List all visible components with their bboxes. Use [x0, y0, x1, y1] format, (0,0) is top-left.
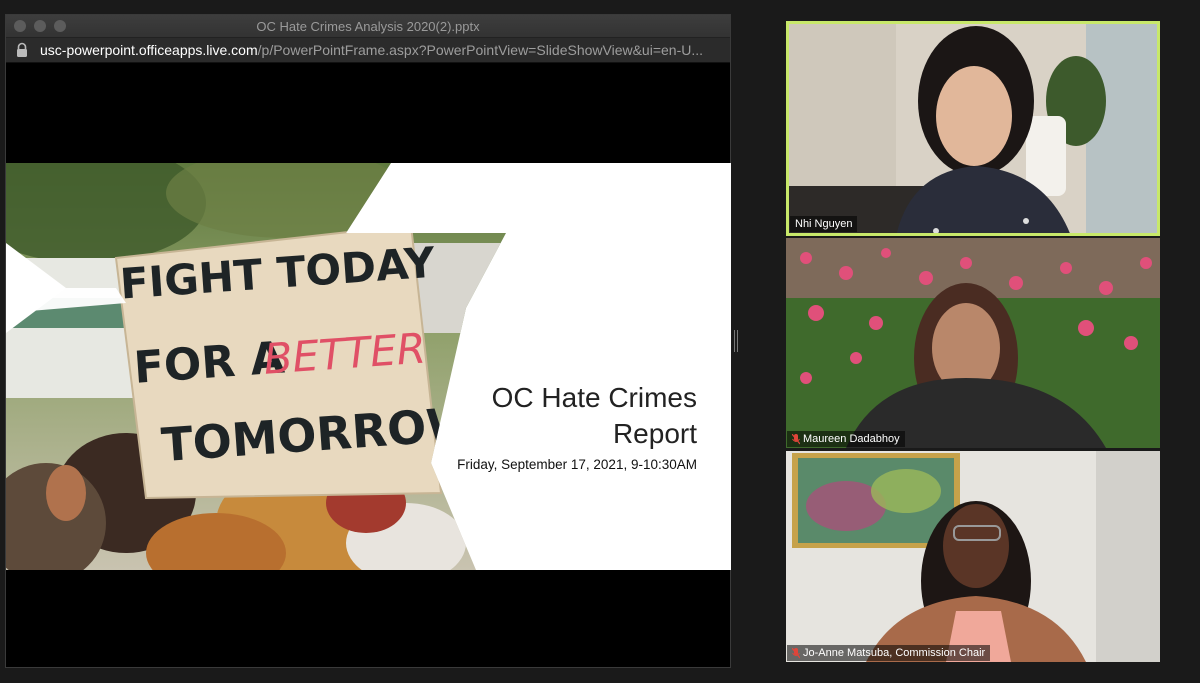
panel-resize-handle[interactable]	[734, 330, 738, 352]
participant-name-label: Nhi Nguyen	[790, 216, 858, 232]
participant-name: Maureen Dadabhoy	[803, 433, 900, 445]
participant-name: Nhi Nguyen	[795, 218, 853, 230]
window-titlebar: OC Hate Crimes Analysis 2020(2).pptx	[6, 15, 730, 37]
participant-tile-active-speaker[interactable]: Nhi Nguyen	[786, 21, 1160, 236]
mic-muted-icon	[792, 433, 800, 444]
protest-photo: FIGHT TODAY FOR A BETTER TOMORROW	[6, 163, 506, 570]
slide-title: OC Hate Crimes Report	[377, 380, 697, 452]
presentation-slide[interactable]: FIGHT TODAY FOR A BETTER TOMORROW OC Hat…	[6, 163, 731, 570]
url-host: usc-powerpoint.officeapps.live.com	[40, 42, 258, 58]
slide-title-line-2: Report	[612, 418, 697, 449]
participant-video-2	[786, 238, 1160, 448]
participant-video-1	[789, 24, 1157, 233]
shared-screen-window: OC Hate Crimes Analysis 2020(2).pptx usc…	[5, 14, 731, 668]
participant-name: Jo-Anne Matsuba, Commission Chair	[803, 647, 986, 659]
participant-name-label: Maureen Dadabhoy	[787, 431, 905, 447]
slide-subtitle: Friday, September 17, 2021, 9-10:30AM	[457, 457, 697, 472]
lock-icon	[17, 42, 27, 57]
participant-tile[interactable]: Jo-Anne Matsuba, Commission Chair	[786, 451, 1160, 662]
slide-title-line-1: OC Hate Crimes	[491, 382, 697, 413]
mic-muted-icon	[792, 647, 800, 658]
participant-tile[interactable]: Maureen Dadabhoy	[786, 238, 1160, 448]
participant-name-label: Jo-Anne Matsuba, Commission Chair	[787, 645, 991, 661]
url-path: /p/PowerPointFrame.aspx?PowerPointView=S…	[257, 42, 704, 58]
window-title: OC Hate Crimes Analysis 2020(2).pptx	[256, 19, 480, 34]
address-bar[interactable]: usc-powerpoint.officeapps.live.com/p/Pow…	[6, 37, 730, 63]
participant-video-3	[786, 451, 1160, 662]
url-text[interactable]: usc-powerpoint.officeapps.live.com/p/Pow…	[40, 42, 720, 58]
